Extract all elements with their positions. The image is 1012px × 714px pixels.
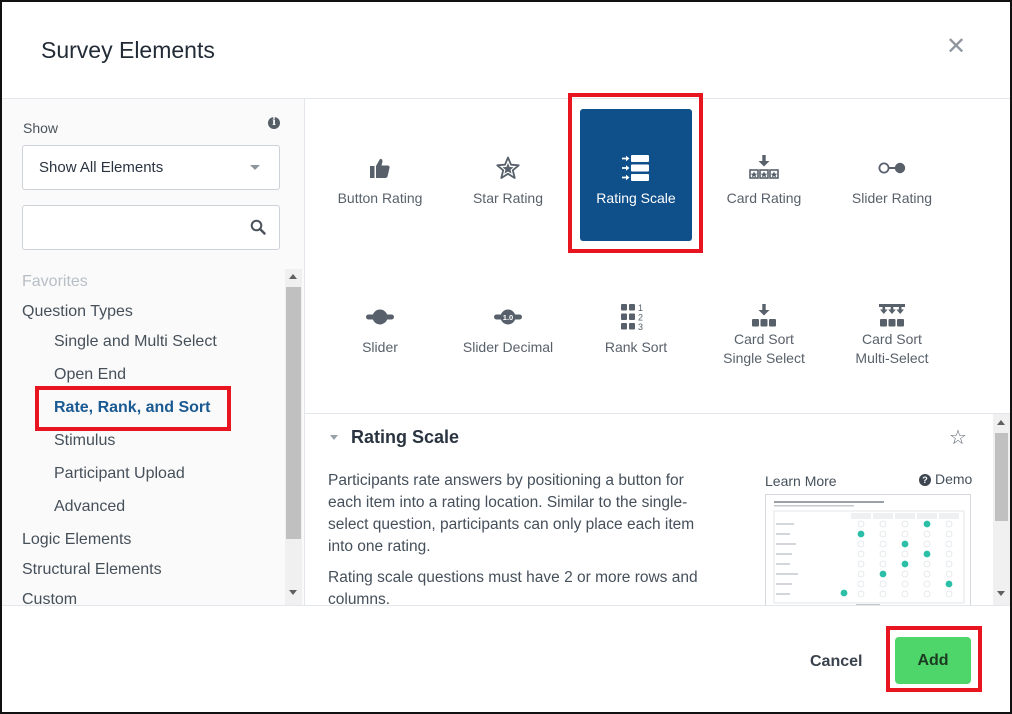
tree-item-structural-elements[interactable]: Structural Elements xyxy=(22,561,162,579)
cancel-button[interactable]: Cancel xyxy=(810,653,862,671)
element-slider-decimal[interactable]: 1.0 Slider Decimal xyxy=(452,259,564,391)
collapse-caret-icon[interactable] xyxy=(330,435,338,440)
show-dropdown[interactable]: Show All Elements xyxy=(22,145,280,190)
card-sort-single-icon xyxy=(708,304,820,330)
left-panel: Show i Show All Elements Favorites Quest… xyxy=(2,99,305,605)
search-input[interactable] xyxy=(31,214,245,242)
element-label-line1: Card Sort xyxy=(734,331,794,347)
element-label: Slider Decimal xyxy=(462,339,554,355)
close-icon[interactable]: ✕ xyxy=(946,35,966,59)
demo-link-text: Demo xyxy=(935,471,973,487)
star-icon xyxy=(452,155,564,181)
element-category-tree: Favorites Question Types Single and Mult… xyxy=(2,269,285,605)
scroll-down-arrow[interactable] xyxy=(289,590,297,595)
element-label: Card Rating xyxy=(726,190,802,206)
dialog-header: Survey Elements ✕ xyxy=(2,2,1010,99)
slider-rating-icon xyxy=(836,155,948,181)
card-sort-multi-icon xyxy=(836,304,948,330)
detail-description: Participants rate answers by positioning… xyxy=(328,472,695,555)
show-dropdown-value: Show All Elements xyxy=(39,159,164,176)
detail-title: Rating Scale xyxy=(351,427,460,447)
element-rank-sort[interactable]: 123 Rank Sort xyxy=(580,259,692,391)
question-circle-icon: ? xyxy=(919,474,931,486)
svg-text:1.0: 1.0 xyxy=(503,313,513,322)
tree-scrollbar[interactable] xyxy=(285,269,302,605)
element-label: Slider xyxy=(362,339,398,355)
tree-item-stimulus[interactable]: Stimulus xyxy=(54,432,115,450)
add-button[interactable]: Add xyxy=(895,637,971,684)
element-label-line2: Single Select xyxy=(723,350,805,366)
scroll-up-arrow[interactable] xyxy=(289,274,297,279)
element-card-sort-single-select[interactable]: Card Sort Single Select xyxy=(708,259,820,391)
rating-scale-preview-image[interactable] xyxy=(765,494,971,606)
element-grid: Button Rating Star Rating Rating Scale C… xyxy=(305,99,1010,412)
dialog-footer: Cancel Add xyxy=(2,605,1010,712)
element-label-line1: Card Sort xyxy=(862,331,922,347)
tree-scrollbar-thumb[interactable] xyxy=(286,287,301,539)
show-label: Show xyxy=(23,120,59,136)
tree-item-participant-upload[interactable]: Participant Upload xyxy=(54,465,185,483)
element-label: Card Sort Multi-Select xyxy=(822,330,962,368)
element-button-rating[interactable]: Button Rating xyxy=(324,109,436,241)
survey-elements-dialog: Survey Elements ✕ Show i Show All Elemen… xyxy=(0,0,1012,714)
element-slider-rating[interactable]: Slider Rating xyxy=(836,109,948,241)
tree-item-open-end[interactable]: Open End xyxy=(54,366,126,384)
element-label-line2: Multi-Select xyxy=(855,350,929,366)
element-card-rating[interactable]: Card Rating xyxy=(708,109,820,241)
detail-scrollbar[interactable] xyxy=(993,414,1010,606)
thumbs-up-icon xyxy=(324,155,436,181)
element-label: Button Rating xyxy=(337,190,423,206)
element-label: Rank Sort xyxy=(604,339,668,355)
element-label: Slider Rating xyxy=(851,190,933,206)
tree-item-single-multi-select[interactable]: Single and Multi Select xyxy=(54,333,217,351)
demo-link[interactable]: ? Demo xyxy=(919,471,972,487)
search-icon[interactable] xyxy=(250,219,266,235)
slider-icon xyxy=(324,304,436,330)
learn-more-label: Learn More xyxy=(765,473,837,489)
element-label: Rating Scale xyxy=(596,190,676,206)
detail-requirement: Rating scale questions must have 2 or mo… xyxy=(328,569,698,606)
rank-sort-icon: 123 xyxy=(580,303,692,331)
tree-item-advanced[interactable]: Advanced xyxy=(54,498,125,516)
element-label: Star Rating xyxy=(472,190,544,206)
detail-scrollbar-thumb[interactable] xyxy=(995,433,1008,521)
tree-item-favorites[interactable]: Favorites xyxy=(22,273,88,291)
tree-item-rate-rank-sort[interactable]: Rate, Rank, and Sort xyxy=(54,399,210,417)
svg-text:3: 3 xyxy=(638,322,643,331)
element-rating-scale[interactable]: Rating Scale xyxy=(580,109,692,241)
element-label: Card Sort Single Select xyxy=(694,330,834,368)
info-icon[interactable]: i xyxy=(268,117,280,129)
svg-text:2: 2 xyxy=(638,312,643,322)
element-detail-panel: Rating Scale ☆ Participants rate answers… xyxy=(305,413,1010,606)
favorite-star-icon[interactable]: ☆ xyxy=(949,425,967,450)
rating-scale-icon xyxy=(580,155,692,181)
element-star-rating[interactable]: Star Rating xyxy=(452,109,564,241)
element-slider[interactable]: Slider xyxy=(324,259,436,391)
element-card-sort-multi-select[interactable]: Card Sort Multi-Select xyxy=(836,259,948,391)
tree-item-logic-elements[interactable]: Logic Elements xyxy=(22,531,131,549)
dialog-title: Survey Elements xyxy=(41,37,215,63)
tree-item-question-types[interactable]: Question Types xyxy=(22,303,133,321)
chevron-down-icon xyxy=(250,165,260,170)
search-box xyxy=(22,205,280,250)
slider-decimal-icon: 1.0 xyxy=(452,304,564,330)
detail-scroll-down-arrow[interactable] xyxy=(997,591,1005,596)
card-rating-icon xyxy=(708,155,820,181)
tree-item-custom[interactable]: Custom xyxy=(22,591,77,605)
detail-scroll-up-arrow[interactable] xyxy=(997,420,1005,425)
